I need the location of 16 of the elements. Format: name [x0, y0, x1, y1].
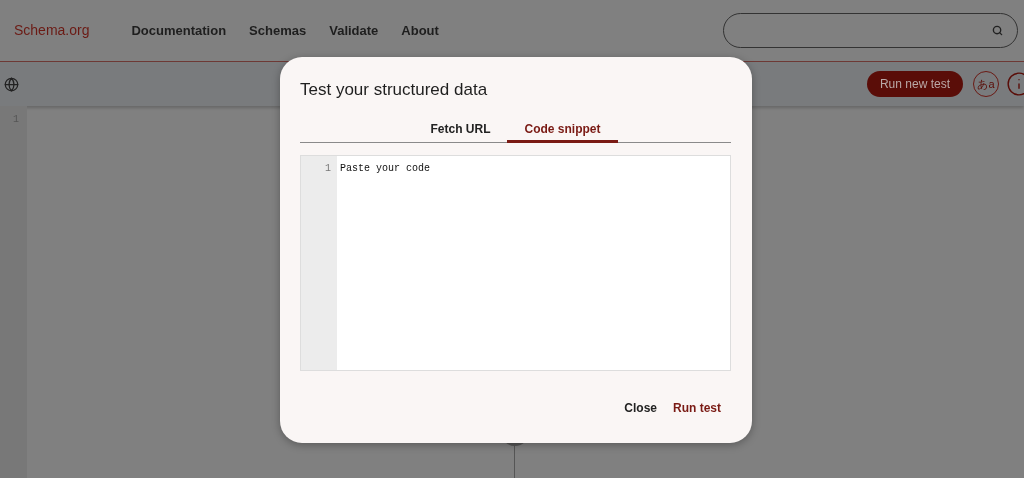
nav-link[interactable]: About — [401, 20, 439, 41]
code-editor[interactable]: 1 Paste your code — [300, 154, 731, 371]
run-test-button[interactable]: Run test — [673, 398, 721, 417]
site-logo[interactable]: Schema.org — [14, 20, 90, 41]
run-new-test-button[interactable]: Run new test — [866, 71, 963, 97]
dialog-title: Test your structured data — [300, 79, 489, 101]
search-icon — [992, 25, 1003, 36]
globe-icon[interactable] — [4, 76, 19, 92]
line-number: 1 — [325, 161, 331, 176]
close-button[interactable]: Close — [624, 398, 657, 417]
code-input[interactable]: Paste your code — [337, 155, 730, 370]
nav-link[interactable]: Documentation — [131, 20, 227, 41]
tab[interactable]: Code snippet — [507, 118, 618, 143]
nav-link[interactable]: Schemas — [249, 20, 307, 41]
tab[interactable]: Fetch URL — [413, 118, 508, 143]
nav-link[interactable]: Validate — [329, 20, 379, 41]
